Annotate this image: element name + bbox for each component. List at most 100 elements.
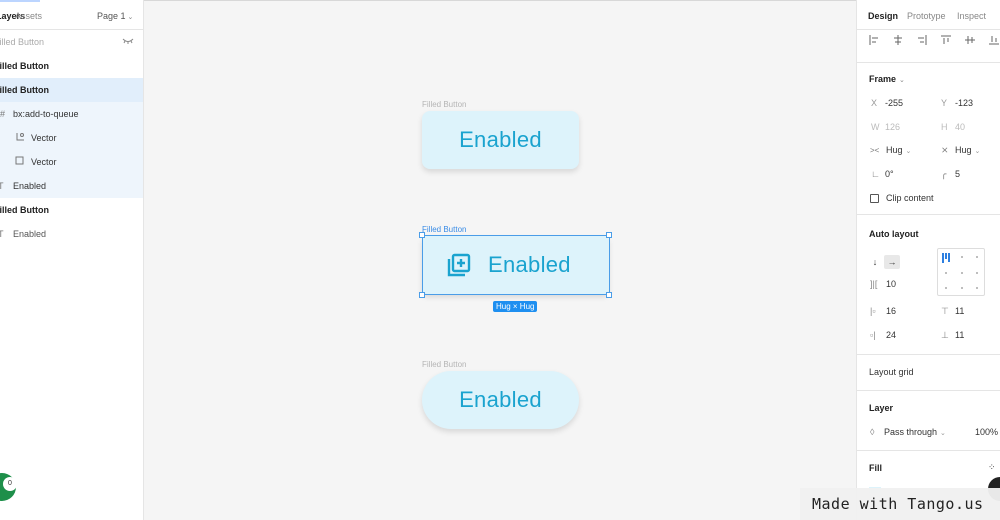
layer-row-filled-button-3[interactable]: Filled Button [0, 198, 143, 222]
padding-top-field[interactable]: ⊤ 11 [941, 306, 964, 317]
layer-label: Filled Button [0, 205, 49, 215]
text-icon: T [0, 222, 4, 246]
corner-radius-icon: ╭ [941, 169, 947, 179]
layer-label: Filled Button [0, 37, 45, 47]
hidden-eye-icon[interactable] [122, 30, 134, 54]
resize-handle-bottom-right[interactable] [606, 292, 612, 298]
x-field[interactable]: X -255 [871, 98, 903, 108]
layer-row-filled-button-selected[interactable]: Filled Button [0, 78, 143, 102]
layout-grid-title: Layout grid [869, 367, 914, 377]
alignment-indicator-icon [942, 253, 952, 263]
y-value: -123 [955, 98, 974, 108]
filled-button-pill[interactable]: Enabled [422, 371, 579, 429]
align-horizontal-center-icon[interactable] [893, 35, 903, 48]
properties-panel: Design Prototype Inspect Frame ⌄ X -255 Y-… [856, 0, 1000, 520]
y-field[interactable]: Y -123 [941, 98, 973, 108]
alignment-grid[interactable] [937, 248, 985, 296]
layer-row-add-to-queue[interactable]: # bx:add-to-queue [0, 102, 143, 126]
rotation-field[interactable]: ∟ 0° [871, 169, 894, 179]
resize-handle-top-left[interactable] [419, 232, 425, 238]
spacing-icon: ]|[ [870, 279, 878, 289]
page-selector[interactable]: Page 1 ⌄ [97, 11, 133, 21]
width-mode-value: Hug [886, 145, 903, 155]
width-mode-dropdown[interactable]: >< Hug ⌄ [870, 145, 911, 155]
layer-row-filled-button-1[interactable]: Filled Button [0, 30, 143, 54]
tab-prototype[interactable]: Prototype [907, 11, 946, 21]
style-grid-icon[interactable]: ⁘ [988, 462, 996, 473]
layer-label: Filled Button [0, 85, 49, 95]
align-vertical-center-icon[interactable] [965, 35, 975, 48]
tab-assets[interactable]: Assets [15, 11, 42, 21]
chevron-down-icon: ⌄ [974, 148, 981, 155]
padding-top-value: 11 [955, 306, 965, 316]
button-text: Enabled [459, 127, 542, 152]
layer-label: Vector [31, 157, 57, 167]
blend-mode-dropdown[interactable]: ◊ Pass through ⌄ [870, 427, 946, 437]
resize-handle-top-right[interactable] [606, 232, 612, 238]
layers-panel-header: Layers Assets Page 1⌄ [0, 0, 143, 30]
frame-label[interactable]: Filled Button [422, 100, 466, 109]
padding-bottom-value: 11 [955, 330, 965, 340]
frame-label[interactable]: Filled Button [422, 360, 466, 369]
frame-icon: # [0, 109, 6, 119]
corner-radius-field[interactable]: ╭ 5 [941, 169, 960, 180]
layer-label: bx:add-to-queue [13, 109, 79, 119]
layer-title: Layer [869, 403, 894, 413]
padding-right-icon: ▫| [870, 330, 876, 340]
frame-label-selected[interactable]: Filled Button [422, 225, 466, 234]
height-field[interactable]: H 40 [941, 122, 965, 132]
layer-row-vector-1[interactable]: Vector [0, 126, 143, 150]
button-text: Enabled [459, 387, 542, 412]
page-label: Page 1 [97, 11, 126, 21]
properties-tabs: Design Prototype Inspect [857, 0, 1000, 30]
clip-content-checkbox[interactable] [870, 194, 879, 203]
align-left-icon[interactable] [869, 35, 879, 48]
radius-value: 5 [955, 169, 961, 179]
chevron-down-icon: ⌄ [899, 77, 905, 84]
height-mode-value: Hug [955, 145, 972, 155]
alignment-toolbar [857, 35, 1000, 49]
filled-button-rounded[interactable]: Enabled [422, 111, 579, 169]
align-right-icon[interactable] [917, 35, 927, 48]
layer-row-filled-button-2[interactable]: Filled Button [0, 54, 143, 78]
design-canvas[interactable]: Filled Button Enabled Filled Button Enab… [144, 0, 856, 520]
comment-count-badge: 0 [3, 477, 17, 491]
rotation-value: 0° [885, 169, 894, 179]
tab-inspect[interactable]: Inspect [957, 11, 986, 21]
padding-left-field[interactable]: |▫ 16 [870, 306, 896, 316]
tab-design[interactable]: Design [868, 11, 898, 21]
padding-bottom-field[interactable]: ⊥ 11 [941, 330, 964, 341]
w-value: 126 [885, 122, 901, 132]
layers-panel: Layers Assets Page 1⌄ Filled Button Fill… [0, 0, 144, 520]
rotation-icon: ∟ [871, 169, 880, 179]
align-top-icon[interactable] [941, 35, 951, 48]
opacity-field[interactable]: 100% [975, 427, 998, 437]
selection-box [422, 235, 610, 295]
auto-layout-title: Auto layout [869, 229, 919, 239]
height-mode-dropdown[interactable]: ⨯ Hug ⌄ [941, 145, 980, 156]
fill-title: Fill [869, 463, 882, 473]
clip-content-label: Clip content [886, 193, 934, 203]
arrow-right-icon[interactable]: → [884, 255, 900, 269]
h-label: H [941, 122, 948, 132]
spacing-field[interactable]: ]|[10 [870, 279, 896, 289]
padding-right-field[interactable]: ▫| 24 [870, 330, 896, 340]
arrow-down-icon[interactable]: ↓ [867, 255, 883, 269]
layer-row-enabled-text-2[interactable]: T Enabled [0, 222, 143, 246]
width-field[interactable]: W 126 [871, 122, 900, 132]
padding-top-icon: ⊤ [941, 306, 949, 316]
frame-section-title[interactable]: Frame ⌄ [869, 74, 905, 84]
blend-mode-icon: ◊ [870, 427, 875, 437]
text-icon: T [0, 174, 4, 198]
align-bottom-icon[interactable] [989, 35, 999, 48]
layout-grid-section[interactable]: Layout grid [857, 354, 1000, 390]
resize-handle-bottom-left[interactable] [419, 292, 425, 298]
h-value: 40 [955, 122, 966, 132]
layer-row-vector-2[interactable]: Vector [0, 150, 143, 174]
layer-label: Enabled [13, 229, 47, 239]
layer-label: Enabled [13, 181, 47, 191]
vertical-resize-icon: ⨯ [941, 145, 949, 155]
layer-row-enabled-text-1[interactable]: T Enabled [0, 174, 143, 198]
frame-title: Frame [869, 74, 897, 84]
frame-section: Frame ⌄ X -255 Y -123 W 126 H 40 >< Hug ⌄ ⨯ Hug ⌄… [857, 62, 1000, 214]
